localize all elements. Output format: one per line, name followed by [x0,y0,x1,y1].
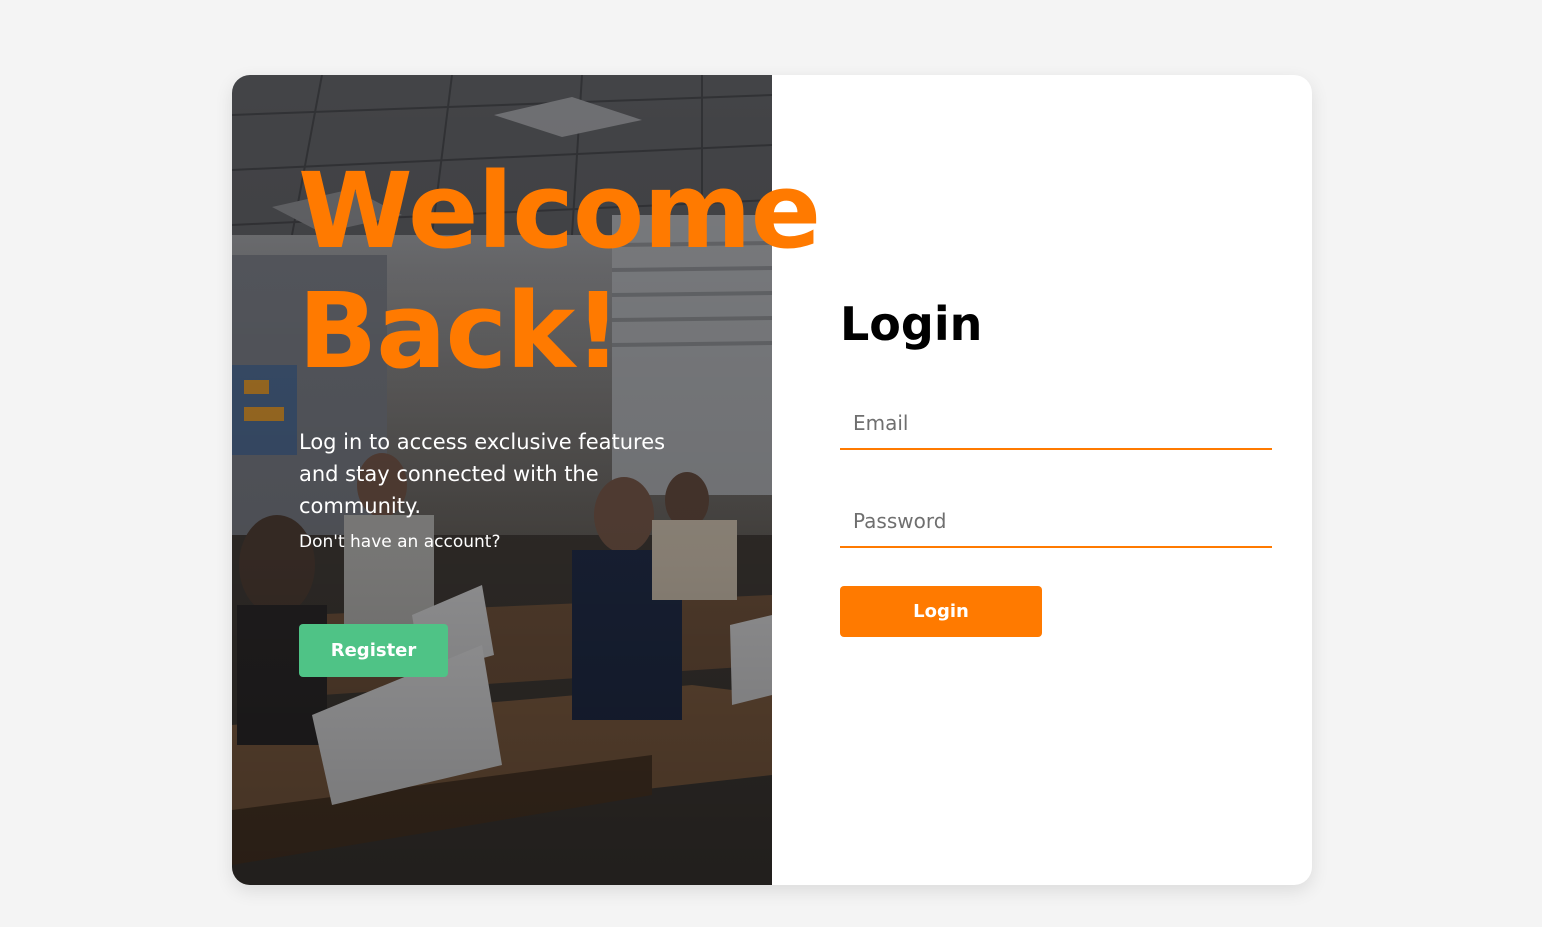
login-button[interactable]: Login [840,586,1042,637]
password-input[interactable] [840,496,1272,548]
welcome-heading-line1: Welcome [298,150,821,272]
login-title: Login [840,297,983,351]
welcome-heading: Welcome Back! [298,150,821,392]
welcome-heading-line2: Back! [298,270,622,392]
hero-description: Log in to access exclusive features and … [299,430,666,518]
email-input[interactable] [840,398,1272,450]
register-button[interactable]: Register [299,624,448,677]
no-account-text: Don't have an account? [299,532,501,552]
login-card: Log in to access exclusive features and … [232,75,1312,885]
